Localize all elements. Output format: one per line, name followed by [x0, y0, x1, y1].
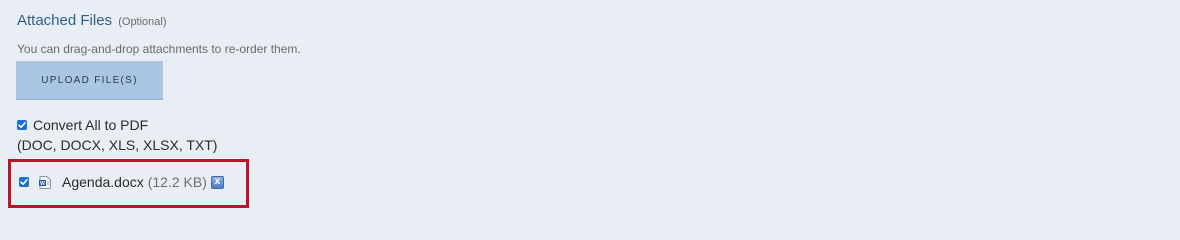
convert-to-pdf-label: Convert All to PDF — [33, 117, 149, 133]
convert-file-types: (DOC, DOCX, XLS, XLSX, TXT) — [17, 137, 218, 153]
word-document-icon: W — [39, 175, 51, 189]
attached-file-row[interactable]: W Agenda.docx (12.2 KB) x — [19, 174, 224, 190]
checkmark-icon — [20, 179, 28, 185]
section-title: Attached Files (Optional) — [17, 12, 167, 29]
section-title-text: Attached Files — [17, 12, 113, 29]
svg-text:W: W — [40, 180, 45, 186]
optional-label: (Optional) — [118, 16, 167, 28]
file-select-checkbox[interactable] — [19, 177, 29, 187]
convert-to-pdf-checkbox[interactable] — [17, 120, 27, 130]
file-name[interactable]: Agenda.docx — [62, 174, 144, 190]
file-size: (12.2 KB) — [147, 174, 207, 190]
reorder-hint: You can drag-and-drop attachments to re-… — [17, 42, 301, 56]
remove-file-icon[interactable]: x — [210, 175, 224, 189]
upload-files-button[interactable]: UPLOAD FILE(S) — [16, 61, 163, 100]
checkmark-icon — [18, 122, 26, 128]
convert-to-pdf-option[interactable]: Convert All to PDF — [17, 117, 148, 133]
